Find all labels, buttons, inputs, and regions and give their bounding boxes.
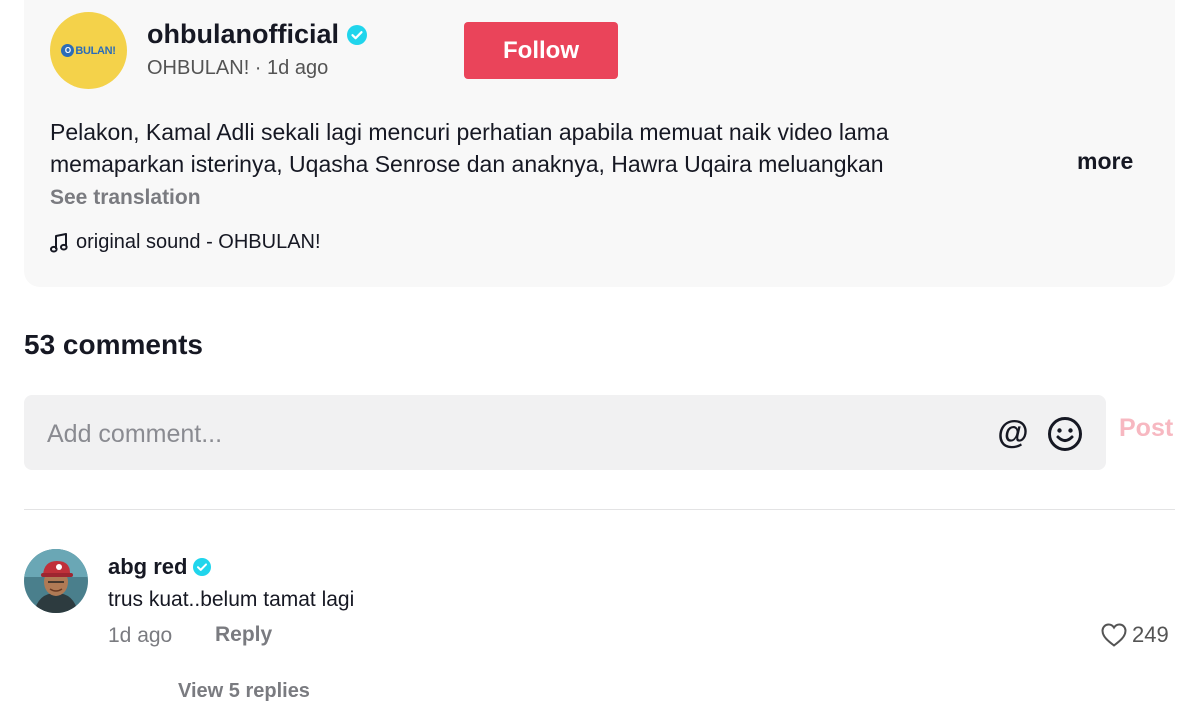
description-line: memaparkan isterinya, Uqasha Senrose dan… [50, 151, 884, 177]
sound-label: original sound - OHBULAN! [76, 231, 321, 253]
comment-input[interactable] [45, 413, 949, 455]
description-line: Pelakon, Kamal Adli sekali lagi mencuri … [50, 119, 889, 145]
comment-username[interactable]: abg red [108, 554, 212, 580]
at-mention-icon[interactable]: @ [994, 413, 1032, 451]
comment-text: trus kuat..belum tamat lagi [108, 588, 355, 611]
post-time: 1d ago [267, 57, 329, 79]
see-translation-link[interactable]: See translation [50, 186, 201, 210]
like-button[interactable]: 249 [1100, 622, 1169, 648]
comment-time: 1d ago [108, 624, 173, 647]
author-username-text[interactable]: ohbulanofficial [147, 19, 339, 50]
author-username[interactable]: ohbulanofficial [147, 19, 367, 50]
subline-separator: · [249, 57, 268, 79]
more-button[interactable]: more [1077, 148, 1133, 175]
divider [24, 509, 1175, 510]
verified-badge-icon [347, 24, 367, 45]
brand-logo: O BULAN! [61, 44, 116, 57]
comments-count: 53 comments [24, 329, 203, 360]
music-note-icon [50, 232, 68, 253]
author-subline: OHBULAN! · 1d ago [147, 57, 328, 80]
commenter-avatar[interactable] [24, 549, 88, 613]
post-description: Pelakon, Kamal Adli sekali lagi mencuri … [50, 116, 1040, 180]
post-button[interactable]: Post [1119, 414, 1173, 443]
verified-badge-icon [193, 558, 212, 576]
comment-username-text[interactable]: abg red [108, 554, 187, 580]
like-count: 249 [1132, 622, 1169, 647]
emoji-icon[interactable] [1046, 415, 1084, 453]
author-avatar[interactable]: O BULAN! [50, 12, 127, 89]
sound-link[interactable]: original sound - OHBULAN! [50, 231, 321, 254]
heart-icon [1101, 623, 1127, 647]
view-replies-link[interactable]: View 5 replies [178, 680, 310, 703]
commenter-avatar-image [24, 549, 88, 613]
follow-button[interactable]: Follow [464, 22, 618, 79]
reply-button[interactable]: Reply [215, 623, 272, 647]
author-display-name: OHBULAN! [147, 57, 250, 79]
comment-box: @ [24, 395, 1106, 470]
